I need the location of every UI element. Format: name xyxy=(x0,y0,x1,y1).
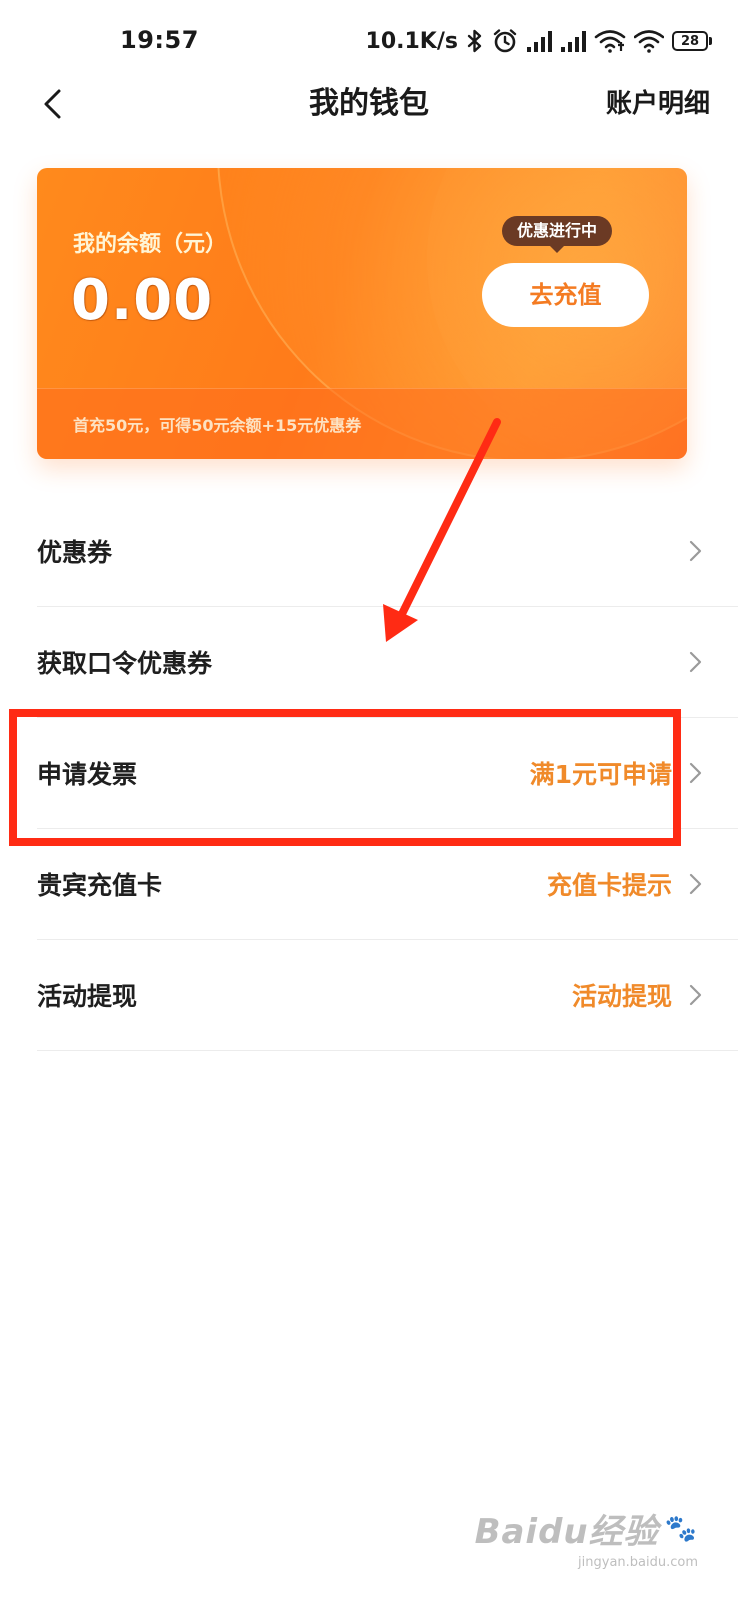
wallet-card: 我的余额（元） 0.00 优惠进行中 去充值 首充50元，可得50元余额+15元… xyxy=(37,168,687,459)
menu-item-hint: 活动提现 xyxy=(571,982,672,1011)
menu-item-hint: 满1元可申请 xyxy=(529,760,672,789)
chevron-right-icon xyxy=(689,873,702,895)
menu-item-label: 申请发票 xyxy=(37,760,138,789)
chevron-right-icon xyxy=(689,984,702,1006)
menu-item-vip-card[interactable]: 贵宾充值卡 充值卡提示 xyxy=(37,829,738,940)
first-recharge-promo-text: 首充50元，可得50元余额+15元优惠券 xyxy=(73,416,362,435)
watermark-logo: Baidu经验 🐾 xyxy=(475,1504,698,1553)
status-bar: 19:57 10.1K/s 28 xyxy=(0,0,738,84)
menu-item-coupons[interactable]: 优惠券 xyxy=(37,496,738,607)
chevron-right-icon xyxy=(689,540,702,562)
menu-list: 优惠券 获取口令优惠券 申请发票 满1元可申请 贵宾充值卡 充值卡提示 活动提现… xyxy=(37,496,738,1051)
balance-value: 0.00 xyxy=(71,268,214,333)
watermark-brand: Baidu经验 xyxy=(474,1512,659,1552)
menu-item-invoice[interactable]: 申请发票 满1元可申请 xyxy=(37,718,738,829)
battery-icon: 28 xyxy=(672,31,712,51)
back-button[interactable] xyxy=(32,84,72,124)
wifi-icon xyxy=(634,29,664,53)
status-icons: 10.1K/s 28 xyxy=(365,26,712,56)
menu-item-label: 获取口令优惠券 xyxy=(37,649,213,678)
chevron-left-icon xyxy=(44,89,61,119)
menu-item-label: 贵宾充值卡 xyxy=(37,871,163,900)
watermark-site: jingyan.baidu.com xyxy=(578,1555,698,1570)
chevron-right-icon xyxy=(689,762,702,784)
menu-item-label: 优惠券 xyxy=(37,538,113,567)
recharge-button[interactable]: 去充值 xyxy=(482,263,649,327)
wifi-hotspot-icon xyxy=(594,29,626,53)
first-recharge-promo: 首充50元，可得50元余额+15元优惠券 xyxy=(37,388,687,459)
signal-1-icon xyxy=(526,30,552,52)
baidu-watermark: Baidu经验 🐾 jingyan.baidu.com xyxy=(475,1504,698,1570)
battery-level: 28 xyxy=(680,33,700,49)
menu-item-code-coupons[interactable]: 获取口令优惠券 xyxy=(37,607,738,718)
chevron-right-icon xyxy=(689,651,702,673)
status-time: 19:57 xyxy=(120,26,199,54)
signal-2-icon xyxy=(560,30,586,52)
alarm-icon xyxy=(492,28,518,54)
account-details-link[interactable]: 账户明细 xyxy=(606,84,710,124)
promo-tag: 优惠进行中 xyxy=(502,216,613,253)
balance-label: 我的余额（元） xyxy=(73,232,228,257)
network-speed: 10.1K/s xyxy=(365,28,458,54)
menu-item-label: 活动提现 xyxy=(37,982,138,1011)
bluetooth-icon xyxy=(466,29,484,53)
paw-icon: 🐾 xyxy=(664,1513,698,1544)
menu-item-hint: 充值卡提示 xyxy=(546,871,672,900)
menu-item-withdraw[interactable]: 活动提现 活动提现 xyxy=(37,940,738,1051)
